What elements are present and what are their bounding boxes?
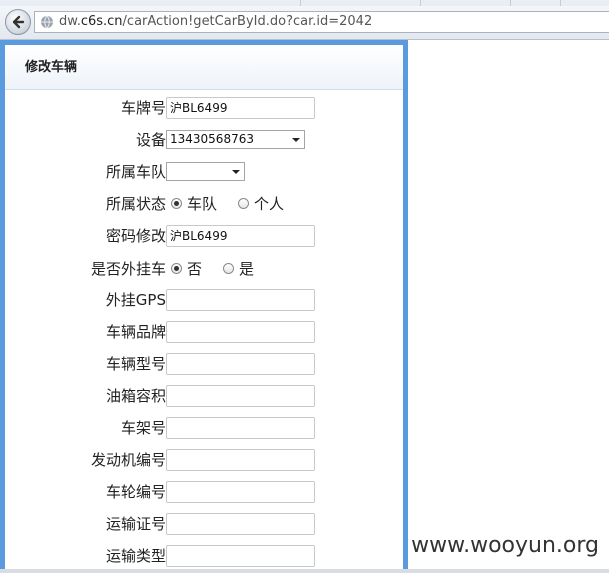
fleet-select[interactable] xyxy=(166,162,245,181)
fleet-label: 所属车队 xyxy=(105,163,166,181)
password-input[interactable]: 沪BL6499 xyxy=(166,225,315,247)
plate-input[interactable]: 沪BL6499 xyxy=(166,97,315,119)
ext-gps-input[interactable] xyxy=(166,289,315,311)
row-plate: 车牌号 沪BL6499 xyxy=(5,96,403,120)
radio-unselected-icon[interactable] xyxy=(238,198,249,209)
panel-title: 修改车辆 xyxy=(5,45,403,90)
row-engine-no: 发动机编号 xyxy=(5,448,403,472)
ownership-option-personal: 个人 xyxy=(254,195,285,213)
external-option-yes: 是 xyxy=(239,260,255,278)
url-prefix: dw. xyxy=(59,14,81,29)
row-tank: 油箱容积 xyxy=(5,384,403,408)
row-wheel-no: 车轮编号 xyxy=(5,480,403,504)
row-external: 是否外挂车 否 是 xyxy=(5,257,403,281)
radio-unselected-icon[interactable] xyxy=(223,263,234,274)
row-transport-type: 运输类型 xyxy=(5,544,403,568)
frame-no-input[interactable] xyxy=(166,417,315,439)
horizontal-scrollbar[interactable] xyxy=(0,569,609,573)
model-input[interactable] xyxy=(166,353,315,375)
address-bar-area: dw.c6s.cn/carAction!getCarById.do?car.id… xyxy=(0,6,609,40)
engine-no-label: 发动机编号 xyxy=(90,451,166,469)
url-path: /carAction!getCarById.do?car.id=2042 xyxy=(122,14,373,29)
watermark-text: www.wooyun.org xyxy=(411,533,599,558)
tank-label: 油箱容积 xyxy=(105,387,166,405)
back-button[interactable] xyxy=(5,9,31,35)
transport-type-input[interactable] xyxy=(166,545,315,567)
radio-selected-icon[interactable] xyxy=(171,198,182,209)
transport-type-label: 运输类型 xyxy=(105,547,166,565)
globe-icon xyxy=(41,15,53,29)
chevron-down-icon xyxy=(292,138,300,142)
row-transport-cert: 运输证号 xyxy=(5,512,403,536)
row-ext-gps: 外挂GPS xyxy=(5,288,403,312)
url-field[interactable]: dw.c6s.cn/carAction!getCarById.do?car.id… xyxy=(34,11,609,33)
wheel-no-label: 车轮编号 xyxy=(105,483,166,501)
chevron-down-icon xyxy=(232,170,240,174)
ownership-option-fleet: 车队 xyxy=(187,195,218,213)
edit-vehicle-panel: 修改车辆 车牌号 沪BL6499 设备 13430568763 所属车队 所属状… xyxy=(0,40,408,573)
transport-cert-input[interactable] xyxy=(166,513,315,535)
row-frame-no: 车架号 xyxy=(5,416,403,440)
row-device: 设备 13430568763 xyxy=(5,128,403,152)
row-brand: 车辆品牌 xyxy=(5,320,403,344)
back-arrow-icon xyxy=(12,15,25,29)
radio-selected-icon[interactable] xyxy=(171,263,182,274)
wheel-no-input[interactable] xyxy=(166,481,315,503)
transport-cert-label: 运输证号 xyxy=(105,515,166,533)
model-label: 车辆型号 xyxy=(105,355,166,373)
row-password: 密码修改 沪BL6499 xyxy=(5,224,403,248)
password-label: 密码修改 xyxy=(105,227,166,245)
url-domain: c6s.cn xyxy=(80,14,123,29)
row-model: 车辆型号 xyxy=(5,352,403,376)
external-label: 是否外挂车 xyxy=(90,260,166,278)
ownership-label: 所属状态 xyxy=(105,195,166,213)
plate-label: 车牌号 xyxy=(120,99,166,117)
brand-label: 车辆品牌 xyxy=(105,323,166,341)
tank-input[interactable] xyxy=(166,385,315,407)
brand-input[interactable] xyxy=(166,321,315,343)
external-option-no: 否 xyxy=(187,260,203,278)
device-value: 13430568763 xyxy=(170,132,254,146)
device-label: 设备 xyxy=(135,131,166,149)
engine-no-input[interactable] xyxy=(166,449,315,471)
device-select[interactable]: 13430568763 xyxy=(166,130,305,149)
frame-no-label: 车架号 xyxy=(120,419,166,437)
row-fleet: 所属车队 xyxy=(5,160,403,184)
row-ownership: 所属状态 车队 个人 xyxy=(5,192,403,216)
ext-gps-label: 外挂GPS xyxy=(105,291,166,309)
